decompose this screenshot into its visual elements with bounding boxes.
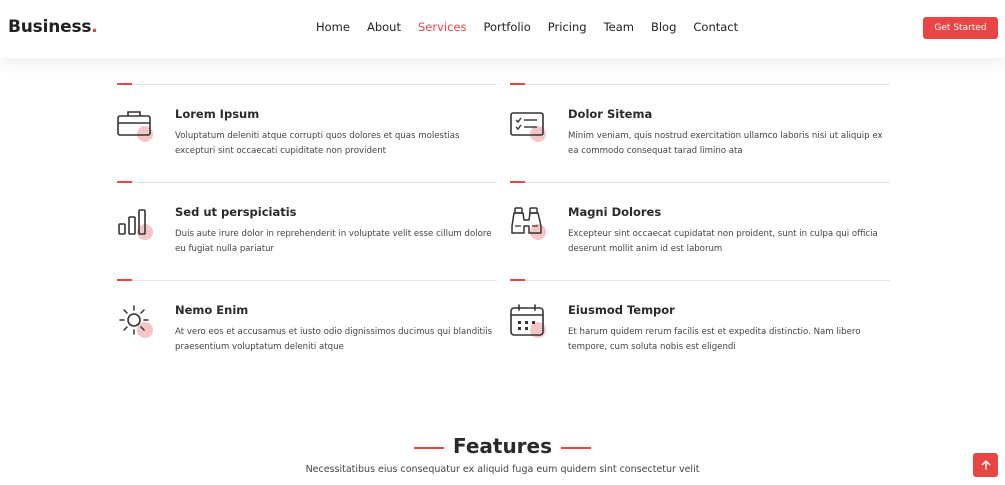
divider: [117, 280, 497, 281]
divider: [510, 182, 890, 183]
service-title: Dolor Sitema: [568, 107, 653, 121]
divider: [510, 280, 890, 281]
nav-home[interactable]: Home: [316, 20, 350, 34]
service-description: Minim veniam, quis nostrud exercitation …: [568, 131, 883, 156]
accent-bar: [117, 83, 132, 85]
features-subtitle: Necessitatibus eius consequatur ex aliqu…: [305, 464, 700, 475]
arrow-up-icon: [981, 460, 990, 470]
nav-about[interactable]: About: [367, 20, 401, 34]
accent-bar: [117, 279, 132, 281]
service-item: Magni Dolores Excepteur sint occaecat cu…: [510, 181, 890, 280]
card-checklist-icon: [510, 108, 550, 148]
service-item: Lorem Ipsum Voluptatum deleniti atque co…: [117, 83, 497, 182]
service-description: Duis aute irure dolor in reprehenderit i…: [175, 229, 492, 254]
service-item: Eiusmod Tempor Et harum quidem rerum fac…: [510, 279, 890, 378]
service-description: Excepteur sint occaecat cupidatat non pr…: [568, 229, 878, 254]
get-started-button[interactable]: Get Started: [923, 17, 998, 39]
accent-bar: [510, 83, 525, 85]
binoculars-icon: [510, 206, 550, 246]
heading-dash-right: [561, 446, 592, 449]
accent-bar: [510, 279, 525, 281]
heading-dash-left: [413, 446, 444, 449]
service-title: Nemo Enim: [175, 303, 249, 317]
service-description: Et harum quidem rerum facilis est et exp…: [568, 327, 861, 352]
divider: [117, 182, 497, 183]
service-description: Voluptatum deleniti atque corrupti quos …: [175, 131, 460, 156]
nav-services[interactable]: Services: [418, 20, 467, 34]
nav-portfolio[interactable]: Portfolio: [483, 20, 530, 34]
brightness-icon: [117, 304, 157, 344]
calendar-icon: [510, 304, 550, 344]
service-title: Eiusmod Tempor: [568, 303, 675, 317]
site-header: Business. Home About Services Portfolio …: [0, 0, 1005, 58]
service-description: At vero eos et accusamus et iusto odio d…: [175, 327, 493, 352]
briefcase-icon: [117, 108, 157, 148]
features-heading: Features: [0, 434, 1005, 458]
nav-team[interactable]: Team: [604, 20, 634, 34]
divider: [117, 84, 497, 85]
main-nav: Home About Services Portfolio Pricing Te…: [316, 20, 755, 34]
nav-contact[interactable]: Contact: [693, 20, 738, 34]
service-item: Nemo Enim At vero eos et accusamus et iu…: [117, 279, 497, 378]
service-title: Lorem Ipsum: [175, 107, 260, 121]
service-title: Sed ut perspiciatis: [175, 205, 297, 219]
service-item: Sed ut perspiciatis Duis aute irure dolo…: [117, 181, 497, 280]
logo[interactable]: Business.: [8, 17, 98, 37]
nav-blog[interactable]: Blog: [651, 20, 676, 34]
divider: [510, 84, 890, 85]
service-title: Magni Dolores: [568, 205, 662, 219]
service-item: Dolor Sitema Minim veniam, quis nostrud …: [510, 83, 890, 182]
accent-bar: [117, 181, 132, 183]
nav-pricing[interactable]: Pricing: [548, 20, 587, 34]
bar-chart-icon: [117, 206, 157, 246]
accent-bar: [510, 181, 525, 183]
back-to-top-button[interactable]: [973, 453, 998, 477]
